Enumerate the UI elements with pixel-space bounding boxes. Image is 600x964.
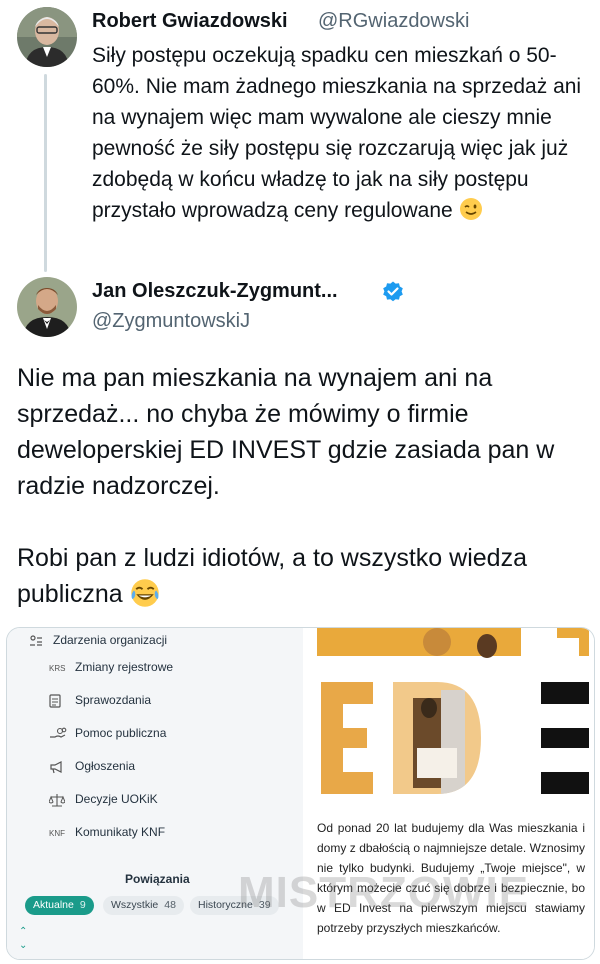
tab-aktualne[interactable]: Aktualne 9 (25, 896, 94, 915)
tab-wszystkie[interactable]: Wszystkie 48 (103, 896, 184, 915)
author-handle[interactable]: @ZygmuntowskiJ (92, 310, 250, 333)
scales-icon (49, 792, 73, 808)
reply-paragraph-2: Robi pan z ludzi idiotów, a to wszystko … (17, 540, 592, 612)
sidebar-item-label: Zdarzenia organizacji (53, 633, 168, 647)
tweet-reply-text: Nie ma pan mieszkania na wynajem ani na … (17, 360, 592, 612)
section-title: Powiązania (125, 872, 190, 886)
tab-label: Wszystkie (111, 899, 159, 911)
verified-badge-icon (383, 281, 403, 302)
sidebar-item-zdarzenia[interactable]: Zdarzenia organizacji (7, 630, 303, 652)
krs-icon: KRS (49, 663, 66, 673)
megaphone-icon (49, 759, 73, 775)
reply-paragraph-2-text: Robi pan z ludzi idiotów, a to wszystko … (17, 544, 527, 608)
tab-label: Aktualne (33, 899, 74, 911)
author-name[interactable]: Jan Oleszczuk-Zygmunt... (92, 280, 338, 303)
tweet-original: Robert Gwiazdowski @RGwiazdowski Siły po… (0, 0, 600, 272)
tweet-text: Siły postępu oczekują spadku cen mieszka… (92, 40, 597, 226)
sidebar-item-label: Ogłoszenia (75, 759, 136, 773)
tab-count: 48 (164, 899, 176, 911)
sidebar-item-sprawozdania[interactable]: Sprawozdania (7, 690, 303, 712)
chevron-up-icon[interactable]: ⌃ (19, 926, 27, 937)
author-handle[interactable]: @RGwiazdowski (318, 10, 469, 33)
tweet-text-body: Siły postępu oczekują spadku cen mieszka… (92, 44, 582, 222)
sidebar-item-zmiany[interactable]: KRS Zmiany rejestrowe (7, 657, 303, 679)
ed-invest-logo-photo (317, 628, 589, 794)
author-name[interactable]: Robert Gwiazdowski (92, 10, 288, 33)
sidebar-item-label: Sprawozdania (75, 693, 152, 707)
hand-coins-icon (49, 726, 73, 742)
watermark-logo: MISTRZOWIE (238, 868, 530, 917)
sidebar-item-knf[interactable]: KNF Komunikaty KNF (7, 822, 303, 844)
sidebar-item-label: Zmiany rejestrowe (75, 660, 174, 674)
sidebar-item-ogloszenia[interactable]: Ogłoszenia (7, 756, 303, 778)
avatar-robert[interactable] (17, 7, 77, 67)
tab-count: 9 (79, 899, 86, 911)
knf-icon: KNF (49, 828, 65, 838)
reply-paragraph-1: Nie ma pan mieszkania na wynajem ani na … (17, 364, 555, 500)
report-icon (49, 693, 73, 709)
sidebar-item-label: Komunikaty KNF (75, 825, 166, 839)
sidebar-item-label: Decyzje UOKiK (75, 792, 158, 806)
thread-line (44, 74, 47, 272)
org-events-icon (29, 633, 53, 649)
sidebar-item-label: Pomoc publiczna (75, 726, 167, 740)
face-with-tears-of-joy-icon (130, 579, 159, 607)
sidebar-item-uokik[interactable]: Decyzje UOKiK (7, 789, 303, 811)
sidebar-item-pomoc[interactable]: Pomoc publiczna (7, 723, 303, 745)
winking-face-icon (459, 198, 482, 220)
avatar-jan[interactable] (17, 277, 77, 337)
chevron-down-icon[interactable]: ⌄ (19, 940, 27, 951)
